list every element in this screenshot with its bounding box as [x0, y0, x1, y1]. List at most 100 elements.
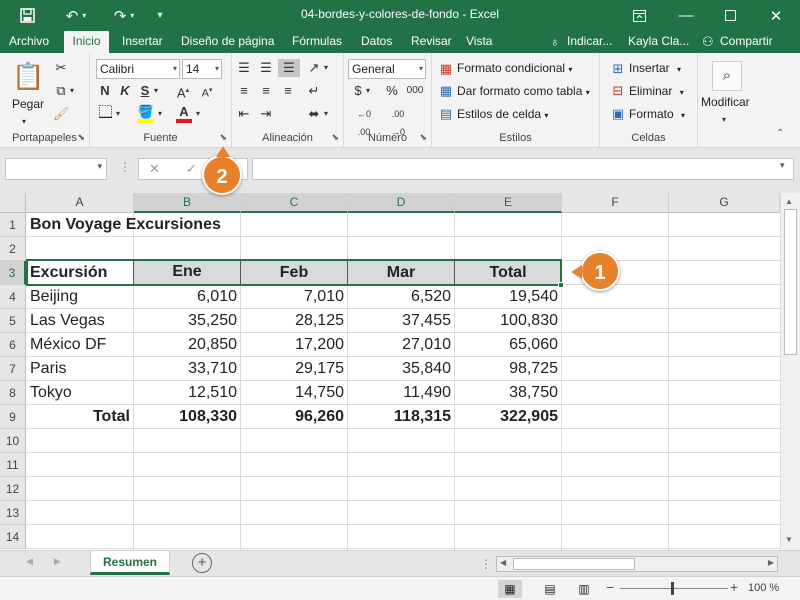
align-top-icon[interactable]: ☰ — [234, 59, 254, 77]
decrease-indent-icon[interactable]: ⇤ — [234, 105, 254, 123]
clipboard-launcher-icon[interactable]: ⬊ — [77, 132, 85, 143]
font-name-combo[interactable]: Calibri ▾ — [96, 59, 180, 79]
wrap-text-icon[interactable]: ↵ — [304, 82, 324, 100]
cell-d4[interactable]: 6,520 — [348, 285, 454, 309]
delete-cells-button[interactable]: Eliminar ▾ — [629, 82, 684, 102]
confirm-icon[interactable]: ✓ — [186, 161, 197, 177]
cell-a8[interactable]: Tokyo — [27, 381, 75, 405]
row-header-13[interactable]: 13 — [0, 501, 26, 525]
column-header-b[interactable]: B — [134, 193, 241, 213]
copy-dropdown-icon[interactable]: ▾ — [70, 82, 74, 100]
orientation-dropdown-icon[interactable]: ▾ — [324, 59, 328, 77]
column-header-f[interactable]: F — [562, 193, 669, 213]
conditional-format-button[interactable]: Formato condicional ▾ — [457, 59, 572, 79]
tab-datos[interactable]: Datos — [361, 31, 392, 53]
underline-dropdown-icon[interactable]: ▾ — [154, 82, 158, 100]
number-launcher-icon[interactable]: ⬊ — [419, 132, 427, 143]
paste-dropdown-icon[interactable]: ▾ — [22, 113, 26, 131]
borders-icon[interactable] — [96, 105, 114, 123]
expand-formula-icon[interactable]: ▾ — [780, 160, 785, 171]
horizontal-scrollbar[interactable]: ◀ ▶ — [496, 556, 778, 572]
scroll-right-icon[interactable]: ▶ — [768, 558, 774, 567]
alignment-launcher-icon[interactable]: ⬊ — [331, 132, 339, 143]
vertical-scroll-thumb[interactable] — [784, 209, 797, 355]
font-color-dropdown-icon[interactable]: ▾ — [196, 105, 200, 123]
cell-b7[interactable]: 33,710 — [134, 357, 240, 381]
scroll-left-icon[interactable]: ◀ — [500, 558, 506, 567]
row-header-10[interactable]: 10 — [0, 429, 26, 453]
scroll-up-icon[interactable]: ▲ — [785, 197, 793, 206]
maximize-icon[interactable] — [716, 0, 744, 31]
paste-icon[interactable]: 📋 — [12, 59, 44, 93]
user-name[interactable]: Kayla Cla... — [628, 31, 689, 53]
share-button[interactable]: Compartir — [720, 31, 773, 53]
font-color-icon[interactable]: A — [174, 103, 194, 123]
fill-color-dropdown-icon[interactable]: ▾ — [158, 105, 162, 123]
row-header-4[interactable]: 4 — [0, 285, 26, 309]
comma-style-button[interactable]: 000 — [404, 82, 426, 100]
cancel-icon[interactable]: ✕ — [149, 161, 160, 177]
minimize-icon[interactable]: — — [672, 0, 700, 31]
decrease-font-icon[interactable]: A▾ — [198, 82, 216, 103]
tab-insertar[interactable]: Insertar — [122, 31, 163, 53]
column-header-c[interactable]: C — [241, 193, 348, 213]
format-cells-button[interactable]: Formato ▾ — [629, 105, 685, 125]
cell-b6[interactable]: 20,850 — [134, 333, 240, 357]
cell-c6[interactable]: 17,200 — [241, 333, 347, 357]
column-header-d[interactable]: D — [348, 193, 455, 213]
tab-revisar[interactable]: Revisar — [411, 31, 452, 53]
horizontal-scroll-thumb[interactable] — [513, 558, 635, 570]
align-left-icon[interactable]: ≡ — [234, 82, 254, 100]
row-header-3[interactable]: 3 — [0, 261, 26, 285]
cell-c4[interactable]: 7,010 — [241, 285, 347, 309]
column-header-a[interactable]: A — [26, 193, 134, 213]
currency-button[interactable]: $ — [350, 82, 366, 100]
worksheet-grid[interactable]: A B C D E F G 1 2 3 4 5 6 7 8 9 10 11 12… — [0, 193, 800, 550]
tab-formulas[interactable]: Fórmulas — [292, 31, 342, 53]
cell-b3[interactable]: Ene — [134, 260, 240, 284]
font-size-combo[interactable]: 14 ▾ — [182, 59, 222, 79]
cell-d3[interactable]: Mar — [348, 261, 454, 285]
zoom-slider-thumb[interactable] — [671, 582, 674, 595]
row-header-2[interactable]: 2 — [0, 237, 26, 261]
cell-c5[interactable]: 28,125 — [241, 309, 347, 333]
currency-dropdown-icon[interactable]: ▾ — [366, 82, 370, 100]
cell-b4[interactable]: 6,010 — [134, 285, 240, 309]
column-header-e[interactable]: E — [455, 193, 562, 213]
tab-inicio[interactable]: Inicio — [64, 31, 109, 53]
tab-archivo[interactable]: Archivo — [9, 31, 49, 53]
cell-b8[interactable]: 12,510 — [134, 381, 240, 405]
cell-a1-title[interactable]: Bon Voyage Excursiones — [27, 213, 224, 237]
editing-button[interactable]: Modificar — [701, 93, 750, 111]
zoom-level[interactable]: 100 % — [748, 582, 779, 594]
row-header-11[interactable]: 11 — [0, 453, 26, 477]
cell-d5[interactable]: 37,455 — [348, 309, 454, 333]
cell-a9[interactable]: Total — [27, 405, 133, 429]
align-middle-icon[interactable]: ☰ — [256, 59, 276, 77]
collapse-ribbon-icon[interactable]: ⌃ — [776, 125, 784, 143]
row-header-9[interactable]: 9 — [0, 405, 26, 429]
font-launcher-icon[interactable]: ⬊ — [219, 132, 227, 143]
cell-a5[interactable]: Las Vegas — [27, 309, 108, 333]
insert-cells-button[interactable]: Insertar ▾ — [629, 59, 681, 79]
cell-e7[interactable]: 98,725 — [455, 357, 561, 381]
row-header-1[interactable]: 1 — [0, 213, 26, 237]
cell-d7[interactable]: 35,840 — [348, 357, 454, 381]
borders-dropdown-icon[interactable]: ▾ — [116, 105, 120, 123]
number-format-combo[interactable]: General ▾ — [348, 59, 426, 79]
page-layout-icon[interactable]: ▤ — [540, 580, 560, 598]
row-header-8[interactable]: 8 — [0, 381, 26, 405]
increase-indent-icon[interactable]: ⇥ — [256, 105, 276, 123]
underline-button[interactable]: S — [136, 82, 154, 100]
page-break-icon[interactable]: ▥ — [574, 580, 594, 598]
format-as-table-button[interactable]: Dar formato como tabla ▾ — [457, 82, 590, 102]
cut-icon[interactable]: ✂ — [52, 59, 70, 77]
cell-a6[interactable]: México DF — [27, 333, 109, 357]
sheet-tab-resumen[interactable]: Resumen — [90, 551, 170, 575]
scroll-down-icon[interactable]: ▼ — [785, 535, 793, 544]
zoom-out-icon[interactable]: − — [606, 579, 614, 595]
cell-c3[interactable]: Feb — [241, 261, 347, 285]
row-header-12[interactable]: 12 — [0, 477, 26, 501]
zoom-slider[interactable] — [620, 588, 728, 589]
cell-a4[interactable]: Beijing — [27, 285, 81, 309]
